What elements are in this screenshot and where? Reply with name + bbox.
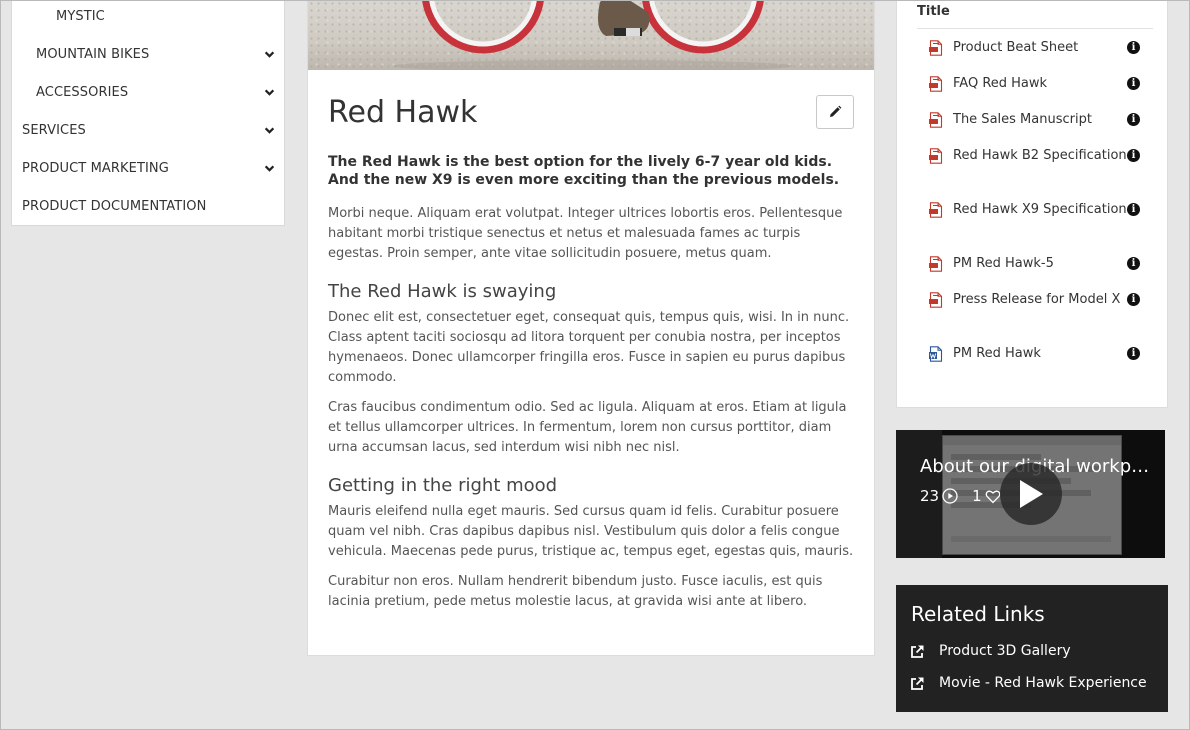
document-item[interactable]: FAQ Red Hawk: [929, 75, 1129, 93]
pdf-icon: [929, 40, 943, 62]
documents-panel: Title Product Beat Sheet i FAQ Red Hawk i Th…: [896, 0, 1168, 408]
nav-item-label: PRODUCT MARKETING: [22, 160, 169, 176]
pencil-icon: [830, 105, 842, 117]
article-subheading: The Red Hawk is swaying: [328, 281, 557, 302]
chevron-down-icon[interactable]: [254, 163, 284, 174]
info-icon[interactable]: i: [1127, 41, 1140, 54]
external-link-icon: [911, 677, 924, 690]
nav-item-label: PRODUCT DOCUMENTATION: [22, 198, 207, 214]
nav-item-label: ACCESSORIES: [36, 84, 129, 100]
article-paragraph: Curabitur non eros. Nullam hendrerit bib…: [328, 574, 823, 609]
document-title: The Sales Manuscript: [953, 112, 1092, 127]
pdf-icon: [929, 202, 943, 224]
pdf-icon: [929, 292, 943, 314]
related-link-movie-red-hawk-experience[interactable]: Movie - Red Hawk Experience: [910, 675, 1147, 691]
chevron-down-icon[interactable]: [254, 87, 284, 98]
info-icon[interactable]: i: [1127, 347, 1140, 360]
nav-item-services[interactable]: SERVICES: [12, 111, 284, 149]
document-item[interactable]: PM Red Hawk-5: [929, 255, 1129, 273]
play-icon: [1020, 480, 1043, 508]
pdf-icon: [929, 112, 943, 134]
nav-item-accessories[interactable]: ACCESSORIES: [12, 73, 284, 111]
info-icon[interactable]: i: [1127, 257, 1140, 270]
document-title: FAQ Red Hawk: [953, 76, 1048, 91]
document-title: Product Beat Sheet: [953, 40, 1079, 55]
nav-item-label: MOUNTAIN BIKES: [36, 46, 150, 62]
document-item[interactable]: Press Release for Model X: [929, 291, 1129, 309]
document-item[interactable]: Red Hawk X9 Specification: [929, 201, 1129, 219]
document-item[interactable]: PM Red Hawk: [929, 345, 1129, 363]
pdf-icon: [929, 76, 943, 98]
nav-item-label: MYSTIC: [56, 8, 105, 24]
article-lead: The Red Hawk is the best option for the …: [328, 154, 840, 188]
play-circle-icon: [942, 488, 958, 504]
document-item[interactable]: The Sales Manuscript: [929, 111, 1129, 129]
article-card: Red Hawk The Red Hawk is the best option…: [307, 0, 875, 656]
info-icon[interactable]: i: [1127, 293, 1140, 306]
document-title: Press Release for Model X: [953, 292, 1121, 307]
document-title: PM Red Hawk-5: [953, 256, 1054, 271]
document-item[interactable]: Red Hawk B2 Specification: [929, 147, 1129, 165]
hero-image: [308, 0, 874, 70]
article-paragraph: Donec elit est, consectetuer eget, conse…: [328, 310, 850, 385]
article-paragraph: Morbi neque. Aliquam erat volutpat. Inte…: [328, 206, 843, 261]
left-navigation: MYSTIC MOUNTAIN BIKES ACCESSORIES SERVIC…: [11, 0, 285, 226]
document-title: PM Red Hawk: [953, 346, 1041, 361]
article-subheading: Getting in the right mood: [328, 475, 558, 496]
heart-icon[interactable]: [985, 489, 1001, 504]
nav-item-product-documentation[interactable]: PRODUCT DOCUMENTATION: [12, 187, 284, 225]
related-link-product-3d-gallery[interactable]: Product 3D Gallery: [910, 643, 1071, 659]
nav-item-mountain-bikes[interactable]: MOUNTAIN BIKES: [12, 35, 284, 73]
pdf-icon: [929, 148, 943, 170]
nav-item-label: SERVICES: [22, 122, 86, 138]
video-like-count: 1: [972, 487, 982, 505]
word-doc-icon: [929, 346, 943, 368]
document-title: Red Hawk X9 Specification: [953, 202, 1127, 217]
info-icon[interactable]: i: [1127, 77, 1140, 90]
video-view-count: 23: [920, 487, 940, 505]
article-body: The Red Hawk is the best option for the …: [328, 153, 858, 622]
related-link-label: Product 3D Gallery: [939, 643, 1071, 659]
info-icon[interactable]: i: [1127, 149, 1140, 162]
video-thumbnail[interactable]: About our digital workpla... 23 1: [896, 430, 1165, 558]
play-button[interactable]: [1000, 463, 1062, 525]
nav-item-mystic[interactable]: MYSTIC: [12, 0, 284, 35]
edit-button[interactable]: [816, 95, 854, 129]
nav-item-product-marketing[interactable]: PRODUCT MARKETING: [12, 149, 284, 187]
document-title: Red Hawk B2 Specification: [953, 148, 1127, 163]
related-links-title: Related Links: [911, 602, 1045, 626]
related-links-panel: Related Links Product 3D Gallery Movie -…: [896, 585, 1168, 712]
document-item[interactable]: Product Beat Sheet: [929, 39, 1129, 57]
documents-column-header[interactable]: Title: [917, 0, 1153, 29]
chevron-down-icon[interactable]: [254, 49, 284, 60]
article-paragraph: Cras faucibus condimentum odio. Sed ac l…: [328, 400, 847, 455]
info-icon[interactable]: i: [1127, 113, 1140, 126]
article-paragraph: Mauris eleifend nulla eget mauris. Sed c…: [328, 504, 854, 559]
article-title: Red Hawk: [328, 95, 478, 130]
related-link-label: Movie - Red Hawk Experience: [939, 675, 1147, 691]
info-icon[interactable]: i: [1127, 203, 1140, 216]
pdf-icon: [929, 256, 943, 278]
bicycle-image: [393, 0, 793, 70]
chevron-down-icon[interactable]: [254, 125, 284, 136]
external-link-icon: [911, 645, 924, 658]
